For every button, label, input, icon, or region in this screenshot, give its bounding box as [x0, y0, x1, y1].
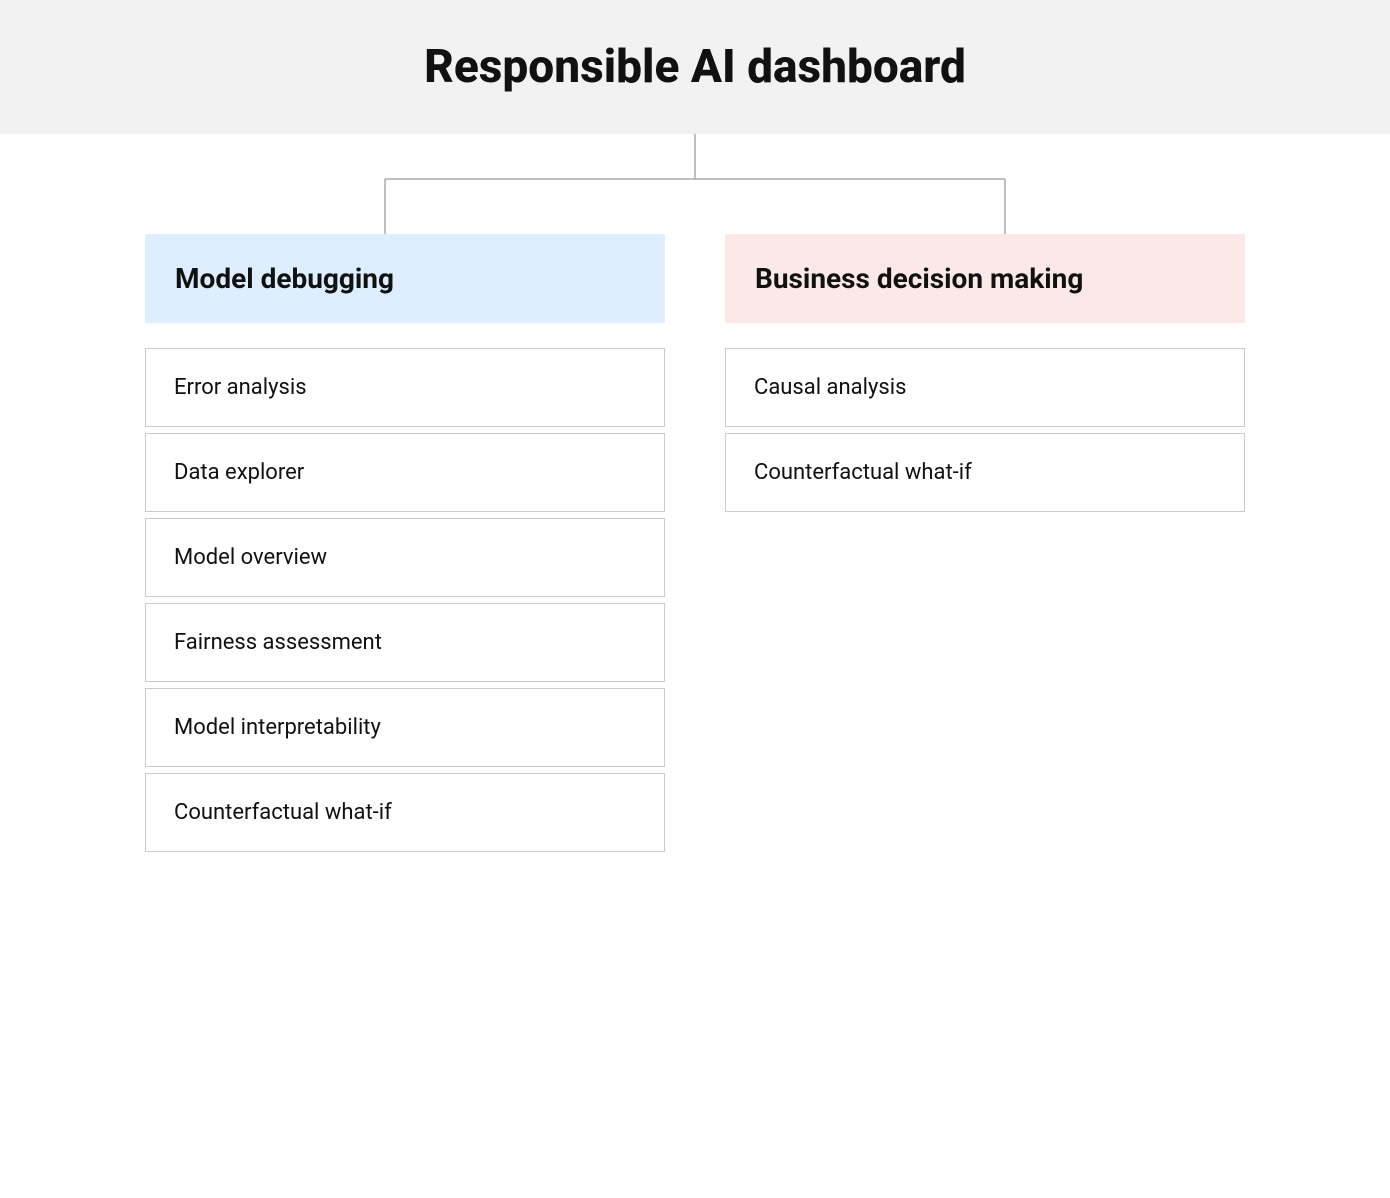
item-error-analysis[interactable]: Error analysis: [145, 348, 665, 427]
item-counterfactual-whatif-right[interactable]: Counterfactual what-if: [725, 433, 1245, 512]
title-section: Responsible AI dashboard: [0, 0, 1390, 134]
page-container: Responsible AI dashboard Model debugging…: [0, 0, 1390, 858]
item-causal-analysis[interactable]: Causal analysis: [725, 348, 1245, 427]
item-counterfactual-whatif-left[interactable]: Counterfactual what-if: [145, 773, 665, 852]
category-header-model-debugging: Model debugging: [145, 234, 665, 323]
item-model-interpretability[interactable]: Model interpretability: [145, 688, 665, 767]
item-fairness-assessment[interactable]: Fairness assessment: [145, 603, 665, 682]
page-title: Responsible AI dashboard: [20, 40, 1370, 94]
tree-connector: [95, 134, 1295, 234]
column-model-debugging: Model debugging Error analysis Data expl…: [145, 234, 665, 858]
item-data-explorer[interactable]: Data explorer: [145, 433, 665, 512]
columns-area: Model debugging Error analysis Data expl…: [95, 234, 1295, 858]
column-business-decision-making: Business decision making Causal analysis…: [725, 234, 1245, 518]
category-header-business-decision-making: Business decision making: [725, 234, 1245, 323]
item-model-overview[interactable]: Model overview: [145, 518, 665, 597]
